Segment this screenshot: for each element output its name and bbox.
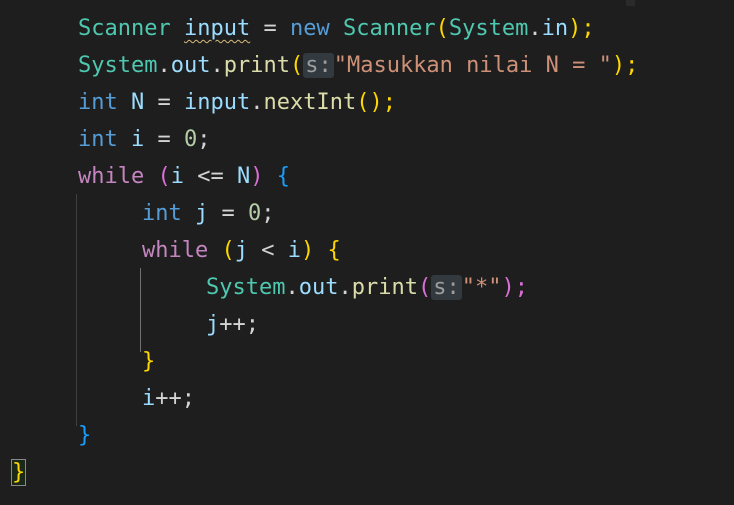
operator-token: = <box>144 127 184 152</box>
bracket-token: { <box>327 238 341 263</box>
code-line-6[interactable]: int j = 0; <box>142 195 275 233</box>
variable-token-warning[interactable]: input <box>184 16 250 41</box>
keyword-token: new <box>289 16 330 41</box>
type-token: Scanner <box>342 16 436 41</box>
type-token: System <box>206 275 286 300</box>
variable-token: i <box>131 127 145 152</box>
keyword-token: int <box>78 90 118 115</box>
function-token: print <box>351 275 418 300</box>
punctuation-token: . <box>210 53 224 78</box>
variable-token: N <box>236 164 251 189</box>
variable-token: j <box>234 238 248 263</box>
operator-token: = <box>144 90 184 115</box>
variable-token: i <box>287 238 301 263</box>
type-token: System <box>448 16 529 41</box>
punctuation-token: . <box>338 275 352 300</box>
function-token: print <box>223 53 290 78</box>
bracket-token: ); <box>568 16 595 41</box>
operator-token: < <box>247 238 288 263</box>
bracket-token: ( <box>221 238 235 263</box>
operator-token: = <box>250 16 290 41</box>
variable-token: input <box>184 90 251 115</box>
code-line-3[interactable]: int N = input.nextInt(); <box>78 84 396 122</box>
code-line-9[interactable]: j++; <box>206 306 259 344</box>
variable-token: j <box>206 312 220 337</box>
parameter-hint: s: <box>303 53 334 78</box>
bracket-token: ) <box>250 164 264 189</box>
bracket-token: ( <box>435 16 449 41</box>
bracket-token: ( <box>417 275 432 300</box>
variable-token: N <box>131 90 145 115</box>
punctuation-token: ; <box>197 127 211 152</box>
control-keyword-token: while <box>142 238 209 263</box>
punctuation-token: ; <box>261 201 275 226</box>
code-line-13[interactable]: } <box>10 454 27 492</box>
string-token: "*" <box>461 275 502 300</box>
control-keyword-token: while <box>78 164 145 189</box>
operator-token: <= <box>183 164 237 189</box>
parameter-hint: s: <box>431 275 462 300</box>
punctuation-token: . <box>250 90 264 115</box>
bracket-token: ( <box>157 164 171 189</box>
cursor-marker <box>626 0 635 6</box>
bracket-token: { <box>276 164 290 189</box>
operator-token: ++; <box>219 312 259 337</box>
field-token: out <box>170 53 211 78</box>
variable-token: i <box>170 164 184 189</box>
operator-token: = <box>208 201 248 226</box>
indent-guide-inner <box>140 268 141 352</box>
code-line-7[interactable]: while (j < i) { <box>142 232 341 270</box>
indent-guide-outer <box>76 194 77 426</box>
bracket-token: ); <box>501 275 528 300</box>
function-token: nextInt <box>263 90 357 115</box>
field-token: out <box>298 275 339 300</box>
operator-token: ++; <box>155 386 195 411</box>
bracket-token: ) <box>300 238 315 263</box>
bracket-token: (); <box>356 90 396 115</box>
code-line-11[interactable]: i++; <box>142 380 195 418</box>
punctuation-token: . <box>285 275 299 300</box>
punctuation-token: . <box>528 16 542 41</box>
bracket-token: ); <box>611 53 639 78</box>
type-token: Scanner <box>78 16 171 41</box>
code-editor[interactable]: Scanner input = new Scanner(System.in); … <box>0 0 734 505</box>
number-token: 0 <box>248 201 262 226</box>
matched-bracket-token: } <box>10 459 27 486</box>
bracket-token: } <box>142 349 156 374</box>
keyword-token: int <box>78 127 118 152</box>
code-line-8[interactable]: System.out.print(s:"*"); <box>206 269 528 307</box>
code-line-2[interactable]: System.out.print(s:"Masukkan nilai N = "… <box>78 47 638 85</box>
string-token: "Masukkan nilai N = " <box>333 53 612 78</box>
code-line-5[interactable]: while (i <= N) { <box>78 158 290 196</box>
code-line-1[interactable]: Scanner input = new Scanner(System.in); <box>78 10 595 48</box>
punctuation-token: . <box>157 53 171 78</box>
field-token: in <box>541 16 569 41</box>
bracket-token: ( <box>289 53 304 78</box>
code-line-10[interactable]: } <box>142 343 155 381</box>
bracket-token: } <box>78 423 92 448</box>
type-token: System <box>78 53 158 78</box>
keyword-token: int <box>142 201 182 226</box>
number-token: 0 <box>184 127 198 152</box>
code-line-4[interactable]: int i = 0; <box>78 121 211 159</box>
variable-token: i <box>142 386 156 411</box>
variable-token: j <box>195 201 209 226</box>
code-line-12[interactable]: } <box>78 417 91 455</box>
